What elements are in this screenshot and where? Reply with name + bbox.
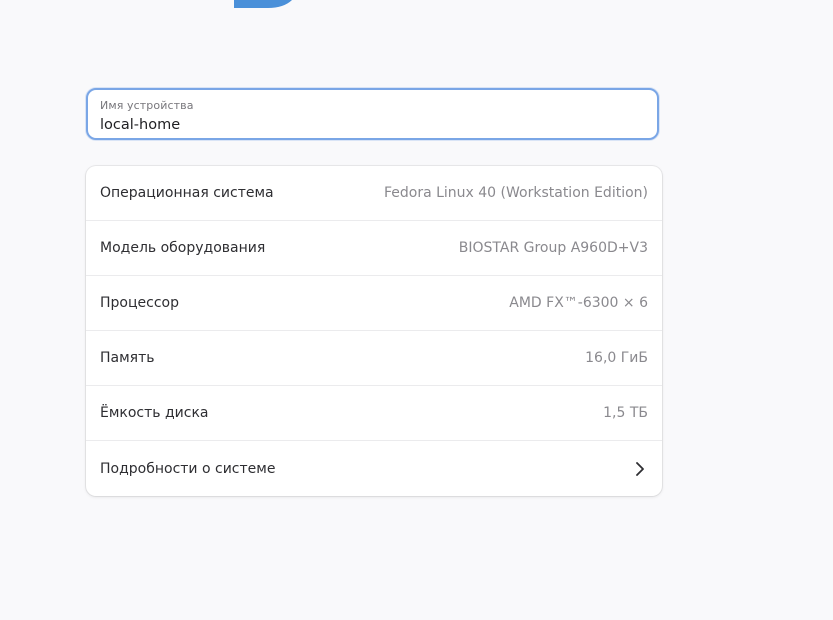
disk-capacity-title: Ёмкость диска: [100, 405, 209, 421]
hardware-model-title: Модель оборудования: [100, 240, 266, 256]
hardware-model-value: BIOSTAR Group A960D+V3: [458, 240, 648, 256]
processor-value: AMD FX™-6300 × 6: [509, 295, 648, 311]
memory-value: 16,0 ГиБ: [585, 350, 648, 366]
disk-capacity-value: 1,5 ТБ: [603, 405, 648, 421]
system-info-card: Операционная система Fedora Linux 40 (Wo…: [86, 166, 662, 496]
chevron-right-icon: [632, 461, 648, 477]
memory-title: Память: [100, 350, 155, 366]
distro-logo-icon: [232, 0, 308, 8]
disk-capacity-row: Ёмкость диска 1,5 ТБ: [86, 386, 662, 441]
os-value: Fedora Linux 40 (Workstation Edition): [383, 185, 648, 201]
os-title: Операционная система: [100, 185, 274, 201]
device-name-label: Имя устройства: [100, 99, 194, 112]
processor-row: Процессор AMD FX™-6300 × 6: [86, 276, 662, 331]
memory-row: Память 16,0 ГиБ: [86, 331, 662, 386]
device-name-field[interactable]: Имя устройства local-home: [86, 88, 659, 140]
device-name-input[interactable]: local-home: [100, 117, 180, 133]
processor-title: Процессор: [100, 295, 179, 311]
system-details-title: Подробности о системе: [100, 460, 276, 477]
os-row: Операционная система Fedora Linux 40 (Wo…: [86, 166, 662, 221]
system-details-row[interactable]: Подробности о системе: [86, 441, 662, 496]
hardware-model-row: Модель оборудования BIOSTAR Group A960D+…: [86, 221, 662, 276]
